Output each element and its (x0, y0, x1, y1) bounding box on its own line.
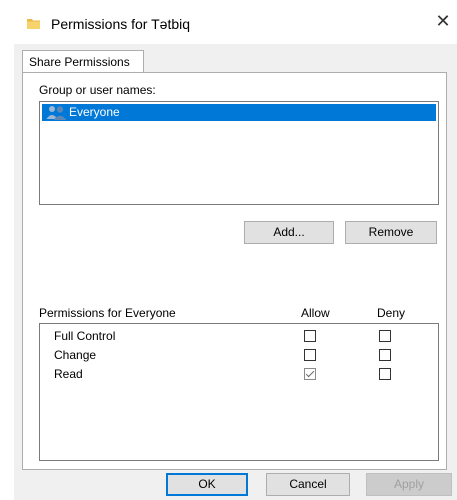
deny-checkbox-read[interactable] (379, 368, 391, 380)
tab-label: Share Permissions (29, 55, 130, 69)
close-button[interactable]: ✕ (432, 11, 454, 33)
permission-name: Full Control (54, 329, 116, 343)
ok-button[interactable]: OK (166, 473, 248, 496)
permission-row-change: Change (40, 347, 438, 365)
permission-row-full-control: Full Control (40, 328, 438, 346)
permission-name: Read (54, 367, 83, 381)
apply-button[interactable]: Apply (366, 473, 452, 496)
permissions-list: Full Control Change Read (39, 323, 439, 461)
allow-checkbox-change[interactable] (304, 349, 316, 361)
list-item-label: Everyone (69, 105, 120, 119)
folder-icon (27, 19, 40, 29)
deny-column-header: Deny (377, 306, 406, 320)
users-icon (46, 106, 67, 120)
cancel-button[interactable]: Cancel (266, 473, 350, 496)
allow-column-header: Allow (301, 306, 330, 320)
permission-row-read: Read (40, 366, 438, 384)
list-item-everyone[interactable]: Everyone (42, 104, 436, 121)
title-bar: Permissions for Tətbiq ✕ (0, 0, 457, 44)
remove-button[interactable]: Remove (345, 221, 437, 244)
dialog-client: Share Permissions Group or user names: E… (14, 44, 457, 500)
permissions-label: Permissions for Everyone (39, 306, 176, 320)
close-icon: ✕ (435, 11, 451, 32)
window-title: Permissions for Tətbiq (51, 16, 191, 32)
allow-checkbox-full-control[interactable] (304, 330, 316, 342)
group-users-label: Group or user names: (39, 83, 156, 97)
group-user-listbox[interactable]: Everyone (39, 101, 439, 205)
tab-share-permissions[interactable]: Share Permissions (22, 50, 144, 72)
deny-checkbox-full-control[interactable] (379, 330, 391, 342)
permission-name: Change (54, 348, 97, 362)
deny-checkbox-change[interactable] (379, 349, 391, 361)
tab-panel: Group or user names: Everyone Add... Rem… (22, 72, 447, 470)
allow-checkbox-read[interactable] (304, 368, 316, 380)
add-button[interactable]: Add... (244, 221, 334, 244)
